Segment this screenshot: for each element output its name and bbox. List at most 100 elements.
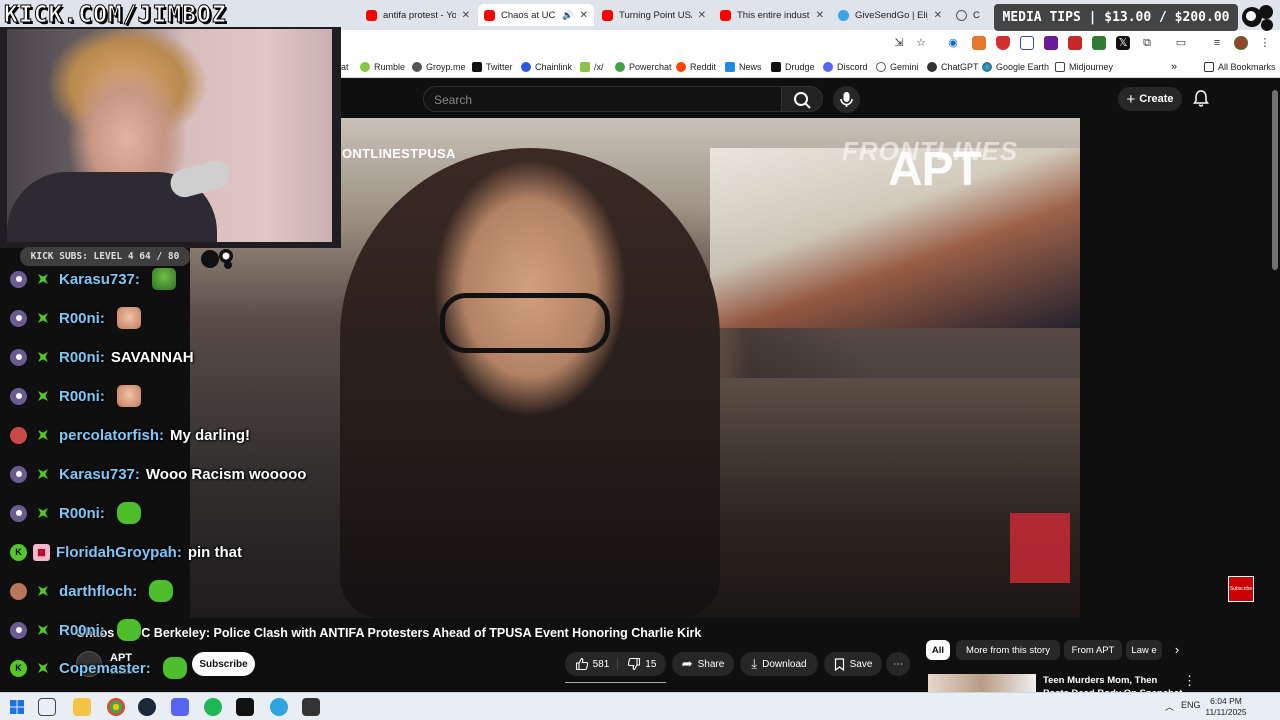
search-button[interactable] xyxy=(781,86,823,112)
recommendation-thumbnail[interactable] xyxy=(928,674,1036,692)
scroll-thumb[interactable] xyxy=(1272,90,1278,270)
chat-username[interactable]: FloridahGroypah: xyxy=(56,544,182,561)
voice-search-button[interactable] xyxy=(833,86,860,113)
spotify-icon[interactable] xyxy=(204,698,222,716)
chat-username[interactable]: percolatorfish: xyxy=(59,427,164,444)
youtube-icon xyxy=(720,9,731,21)
thumbs-down-icon xyxy=(628,657,641,671)
chat-username[interactable]: Karasu737: xyxy=(59,271,140,288)
bookmark-google-earth[interactable]: Google Earth xyxy=(982,60,1049,74)
close-icon[interactable]: ✕ xyxy=(816,10,824,21)
discord-icon[interactable] xyxy=(171,698,189,716)
close-icon[interactable]: ✕ xyxy=(698,10,706,21)
tab-entire-industry[interactable]: This entire industry ✕ xyxy=(714,4,830,26)
page-scrollbar[interactable] xyxy=(1270,80,1280,692)
chat-message: percolatorfish: My darling! xyxy=(10,422,250,448)
bookmark-reddit[interactable]: Reddit xyxy=(676,60,716,74)
tab-chaos-at-uc[interactable]: Chaos at UC Be 🔊 ✕ xyxy=(478,4,594,26)
extension-icon[interactable] xyxy=(1044,36,1058,50)
all-bookmarks[interactable]: All Bookmarks xyxy=(1204,60,1276,74)
media-icon[interactable]: ≡ xyxy=(1210,36,1224,50)
create-button[interactable]: + Create xyxy=(1118,87,1182,111)
bookmark-partial[interactable]: at xyxy=(341,60,349,74)
taskbar-clock[interactable]: 6:04 PM 11/11/2025 xyxy=(1196,696,1256,718)
metamask-icon[interactable] xyxy=(972,36,986,50)
close-icon[interactable]: ✕ xyxy=(934,10,942,21)
split-view-icon[interactable]: ▭ xyxy=(1174,36,1188,50)
bookmark-chatgpt[interactable]: ChatGPT xyxy=(927,60,979,74)
chat-username[interactable]: R00ni: xyxy=(59,349,105,366)
terminal-icon[interactable] xyxy=(236,698,254,716)
chip-all[interactable]: All xyxy=(926,640,950,660)
bookmark-discord[interactable]: Discord xyxy=(823,60,868,74)
chat-username[interactable]: Copemaster: xyxy=(59,660,151,677)
bookmark-label: at xyxy=(341,62,349,72)
tab-givesendgo[interactable]: GiveSendGo | Elijah ✕ xyxy=(832,4,948,26)
extension-icon[interactable] xyxy=(1020,36,1034,50)
subscriber-badge xyxy=(10,270,27,288)
subscribe-watermark[interactable]: Subscribe xyxy=(1228,576,1254,602)
task-view-icon[interactable] xyxy=(38,698,56,716)
tab-antifa-protest[interactable]: antifa protest - You ✕ xyxy=(360,4,476,26)
chip-law[interactable]: Law e xyxy=(1126,640,1162,660)
dislike-button[interactable]: 15 xyxy=(623,657,656,671)
bookmark-news[interactable]: News xyxy=(725,60,762,74)
chat-username[interactable]: R00ni: xyxy=(59,622,105,639)
recommendation-title[interactable]: Teen Murders Mom, Then Posts Dead Body O… xyxy=(1043,674,1183,692)
telegram-icon[interactable] xyxy=(270,698,288,716)
chip-from-apt[interactable]: From APT xyxy=(1064,640,1122,660)
bookmark-x-board[interactable]: /x/ xyxy=(580,60,604,74)
chrome-icon[interactable] xyxy=(107,698,125,716)
close-icon[interactable]: ✕ xyxy=(462,10,470,21)
share-button[interactable]: ➦ Share xyxy=(672,652,734,676)
profile-icon[interactable] xyxy=(1234,36,1248,50)
bookmark-powerchat[interactable]: Powerchat xyxy=(615,60,672,74)
bookmarks-overflow-icon[interactable]: » xyxy=(1171,60,1177,74)
chat-username[interactable]: Karasu737: xyxy=(59,466,140,483)
bookmark-twitter[interactable]: Twitter xyxy=(472,60,513,74)
app-icon[interactable] xyxy=(302,698,320,716)
chat-username[interactable]: R00ni: xyxy=(59,388,105,405)
x-icon[interactable]: 𝕏 xyxy=(1116,36,1130,50)
bookmark-star-icon[interactable]: ☆ xyxy=(914,36,928,50)
more-vertical-icon[interactable]: ⋮ xyxy=(1183,674,1196,688)
like-dislike-group: 581 15 xyxy=(565,652,666,676)
close-icon[interactable]: ✕ xyxy=(580,10,588,21)
chat-username[interactable]: R00ni: xyxy=(59,310,105,327)
chat-username[interactable]: R00ni: xyxy=(59,505,105,522)
download-button[interactable]: ⤓ Download xyxy=(740,652,818,676)
bookmark-groyp[interactable]: Groyp.me xyxy=(412,60,466,74)
bookmark-midjourney[interactable]: Midjourney xyxy=(1055,60,1113,74)
install-icon[interactable]: ⇲ xyxy=(892,36,906,50)
chip-more-from-story[interactable]: More from this story xyxy=(956,640,1060,660)
save-button[interactable]: Save xyxy=(824,652,882,676)
extension-icon[interactable] xyxy=(1068,36,1082,50)
bookmark-drudge[interactable]: Drudge xyxy=(771,60,815,74)
extension-icon[interactable] xyxy=(1092,36,1106,50)
chat-username[interactable]: darthfloch: xyxy=(59,583,137,600)
bookmark-chainlink[interactable]: Chainlink xyxy=(521,60,572,74)
chat-text: pin that xyxy=(187,543,242,561)
windows-start-icon[interactable] xyxy=(8,698,26,716)
bookmark-gemini[interactable]: Gemini xyxy=(876,60,919,74)
like-button[interactable]: 581 xyxy=(575,657,619,671)
menu-icon[interactable]: ⋮ xyxy=(1258,36,1272,50)
shield-icon[interactable] xyxy=(996,36,1010,50)
extension-icon[interactable]: ◉ xyxy=(946,36,960,50)
chevron-right-icon[interactable]: › xyxy=(1168,641,1186,659)
speaker-icon[interactable]: 🔊 xyxy=(562,10,573,21)
bell-icon[interactable] xyxy=(1191,88,1211,108)
tray-chevron-icon[interactable]: ︿ xyxy=(1165,700,1174,713)
bookmark-label: Drudge xyxy=(785,62,815,72)
pepe-emote-icon xyxy=(151,268,176,290)
tab-turning-point[interactable]: Turning Point USA ✕ xyxy=(596,4,712,26)
more-actions-button[interactable]: ⋯ xyxy=(886,652,910,676)
tab-partial[interactable]: C xyxy=(950,4,990,26)
bookmark-icon xyxy=(834,657,844,671)
bookmark-rumble[interactable]: Rumble xyxy=(360,60,405,74)
steam-icon[interactable] xyxy=(138,698,156,716)
bookmark-label: News xyxy=(739,62,762,72)
file-explorer-icon[interactable] xyxy=(73,698,91,716)
search-input[interactable] xyxy=(434,91,764,109)
puzzle-icon[interactable]: ⧉ xyxy=(1140,36,1154,50)
